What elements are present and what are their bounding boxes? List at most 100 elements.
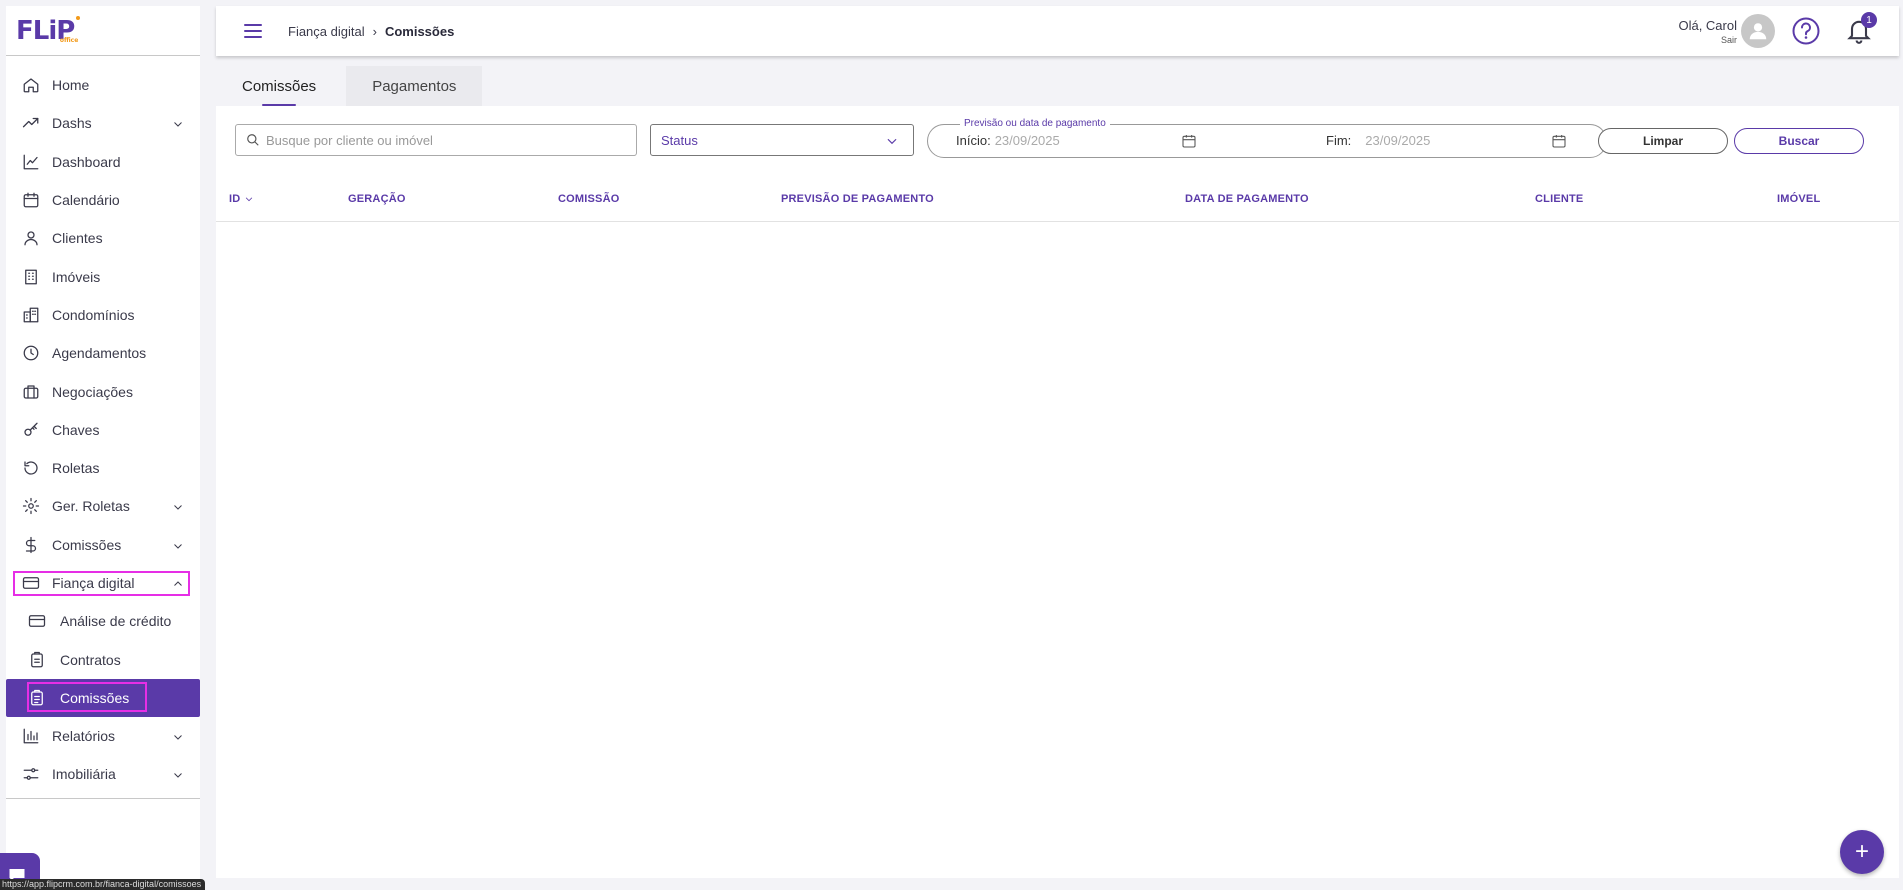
start-date-label: Início: <box>956 133 991 148</box>
column-header-comissao[interactable]: COMISSÃO <box>558 193 620 205</box>
bar-chart-icon <box>22 727 40 745</box>
logo[interactable]: FLiP office <box>6 6 200 56</box>
sidebar-item-label: Home <box>52 77 90 94</box>
sidebar-item-fianca-digital[interactable]: Fiança digital <box>6 564 200 602</box>
column-header-id[interactable]: ID <box>229 193 254 205</box>
credit-card-icon <box>28 612 46 630</box>
chevron-down-icon[interactable] <box>172 730 184 742</box>
sidebar-item-clientes[interactable]: Clientes <box>6 219 200 257</box>
sidebar-item-ger-roletas[interactable]: Ger. Roletas <box>6 487 200 525</box>
sidebar-item-imobiliaria[interactable]: Imobiliária <box>6 755 200 793</box>
sidebar-item-dashs[interactable]: Dashs <box>6 104 200 142</box>
status-select[interactable]: Status <box>650 124 914 156</box>
sidebar-item-agendamentos[interactable]: Agendamentos <box>6 334 200 372</box>
sidebar-item-label: Análise de crédito <box>60 613 172 630</box>
user-area: Olá, Carol Sair 1 <box>1678 6 1877 56</box>
column-header-cliente[interactable]: CLIENTE <box>1535 193 1583 205</box>
user-greeting: Olá, Carol Sair <box>1678 18 1737 45</box>
sidebar-divider <box>6 797 200 799</box>
tabs: Comissões Pagamentos <box>216 66 486 106</box>
clipboard-list-icon <box>28 689 46 707</box>
end-date-value[interactable]: 23/09/2025 <box>1365 133 1430 148</box>
trending-up-icon <box>22 114 40 132</box>
gear-icon <box>22 497 40 515</box>
help-icon[interactable] <box>1791 16 1821 46</box>
chevron-down-icon[interactable] <box>172 500 184 512</box>
sidebar-item-label: Contratos <box>60 651 121 668</box>
sidebar-item-label: Imóveis <box>52 268 101 285</box>
chevron-down-icon <box>885 134 899 148</box>
logo-text: FLiP office <box>16 15 81 46</box>
sidebar-item-label: Imobiliária <box>52 766 116 783</box>
end-calendar-icon[interactable] <box>1551 133 1567 149</box>
sidebar-item-label: Dashboard <box>52 153 121 170</box>
tab-comissoes[interactable]: Comissões <box>216 66 343 106</box>
sidebar-item-label: Agendamentos <box>52 345 147 362</box>
calendar-icon <box>22 191 40 209</box>
start-date-value[interactable]: 23/09/2025 <box>995 133 1060 148</box>
sidebar-item-label: Fiança digital <box>52 575 135 591</box>
end-date-label: Fim: <box>1326 133 1352 148</box>
sidebar-item-imoveis[interactable]: Imóveis <box>6 257 200 295</box>
hamburger-menu-icon[interactable] <box>244 24 262 38</box>
sidebar-item-roletas[interactable]: Roletas <box>6 449 200 487</box>
clock-icon <box>22 344 40 362</box>
end-date-field[interactable]: Fim: 23/09/2025 <box>1326 133 1430 148</box>
search-box <box>235 124 637 156</box>
sidebar-item-contratos-sub[interactable]: Contratos <box>6 640 200 678</box>
date-range-legend: Previsão ou data de pagamento <box>960 118 1110 129</box>
avatar[interactable] <box>1741 14 1775 48</box>
start-date-field[interactable]: Início: 23/09/2025 <box>956 133 1060 148</box>
sidebar-item-label: Condomínios <box>52 306 135 323</box>
breadcrumb-parent[interactable]: Fiança digital <box>288 24 365 39</box>
briefcase-icon <box>22 383 40 401</box>
sidebar-item-calendario[interactable]: Calendário <box>6 181 200 219</box>
sidebar-item-comissoes-sub[interactable]: Comissões <box>6 678 200 718</box>
sidebar-item-label: Clientes <box>52 230 103 247</box>
search-input[interactable] <box>266 132 626 148</box>
dollar-icon <box>22 536 40 554</box>
top-header: Fiança digital › Comissões Olá, Carol Sa… <box>216 6 1899 56</box>
key-icon <box>22 421 40 439</box>
building-icon <box>22 268 40 286</box>
sidebar-item-label: Comissões <box>60 689 130 706</box>
clear-button[interactable]: Limpar <box>1598 128 1728 154</box>
sidebar-item-label: Relatórios <box>52 728 116 745</box>
sidebar-item-label: Calendário <box>52 192 120 209</box>
user-icon <box>22 229 40 247</box>
buildings-icon <box>22 306 40 324</box>
chevron-down-icon[interactable] <box>172 768 184 780</box>
column-header-geracao[interactable]: GERAÇÃO <box>348 193 406 205</box>
sidebar-item-chaves[interactable]: Chaves <box>6 411 200 449</box>
sidebar-item-label: Comissões <box>52 536 122 553</box>
chevron-down-icon[interactable] <box>172 117 184 129</box>
sidebar-item-dashboard[interactable]: Dashboard <box>6 143 200 181</box>
sidebar-item-label: Roletas <box>52 460 100 477</box>
breadcrumb-separator: › <box>372 23 377 39</box>
date-range-field: Previsão ou data de pagamento Início: 23… <box>927 118 1607 158</box>
column-header-previsao[interactable]: PREVISÃO DE PAGAMENTO <box>781 193 934 205</box>
add-fab-button[interactable]: + <box>1840 830 1884 874</box>
sliders-icon <box>22 765 40 783</box>
sidebar-item-label: Negociações <box>52 383 133 400</box>
sidebar-item-comissoes[interactable]: Comissões <box>6 526 200 564</box>
line-chart-icon <box>22 153 40 171</box>
user-avatar-icon <box>1749 23 1767 40</box>
notifications-bell-icon[interactable]: 1 <box>1845 12 1877 46</box>
search-icon <box>247 134 259 146</box>
sidebar-item-condominios[interactable]: Condomínios <box>6 296 200 334</box>
column-header-imovel[interactable]: IMÓVEL <box>1777 193 1820 205</box>
logout-link[interactable]: Sair <box>1678 35 1737 45</box>
sidebar: FLiP office Home Dashs Dashboard Calendário C… <box>6 6 200 890</box>
start-calendar-icon[interactable] <box>1181 133 1197 149</box>
sidebar-item-home[interactable]: Home <box>6 66 200 104</box>
chevron-down-icon[interactable] <box>172 539 184 551</box>
tab-pagamentos[interactable]: Pagamentos <box>346 66 483 106</box>
search-button[interactable]: Buscar <box>1734 128 1864 154</box>
sidebar-item-relatorios[interactable]: Relatórios <box>6 717 200 755</box>
chevron-up-icon[interactable] <box>172 577 184 589</box>
column-header-data-pagamento[interactable]: DATA DE PAGAMENTO <box>1185 193 1309 205</box>
sidebar-item-analise-de-credito-sub[interactable]: Análise de crédito <box>6 602 200 640</box>
sidebar-item-negociacoes[interactable]: Negociações <box>6 372 200 410</box>
home-icon <box>22 76 40 94</box>
